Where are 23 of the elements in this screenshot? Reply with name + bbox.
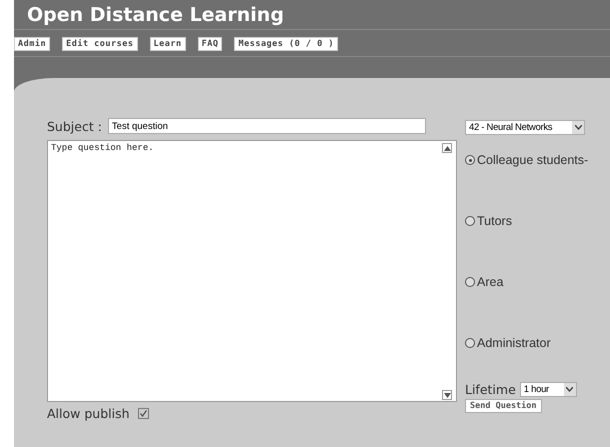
nav-button[interactable]: Edit courses [62,37,138,51]
recipient-radio[interactable]: Tutors [465,214,610,228]
lifetime-label: Lifetime [465,382,516,397]
course-dropdown[interactable]: 42 - Neural Networks [465,120,585,135]
lifetime-dropdown[interactable]: 1 hour [520,382,577,397]
site-title: Open Distance Learning [14,0,610,30]
nav-button[interactable]: Admin [14,37,50,51]
scroll-up-icon[interactable] [442,143,452,153]
send-question-button[interactable]: Send Question [465,399,542,413]
allow-publish-checkbox[interactable] [138,408,149,419]
nav-button[interactable]: FAQ [198,37,222,51]
subject-field[interactable]: Test question [108,118,426,134]
nav-button[interactable]: Messages (0 / 0 ) [234,37,338,51]
caret-icon [572,121,584,134]
scroll-down-icon[interactable] [442,390,452,400]
caret-icon [564,383,576,396]
subject-label: Subject : [47,118,102,134]
nav-button[interactable]: Learn [150,37,186,51]
question-field[interactable]: Type question here. [47,140,457,402]
allow-publish-label: Allow publish [47,406,130,421]
recipient-radio[interactable]: Area [465,275,610,289]
recipient-radio[interactable]: Colleague students- [465,153,610,167]
recipient-radio[interactable]: Administrator [465,336,610,350]
